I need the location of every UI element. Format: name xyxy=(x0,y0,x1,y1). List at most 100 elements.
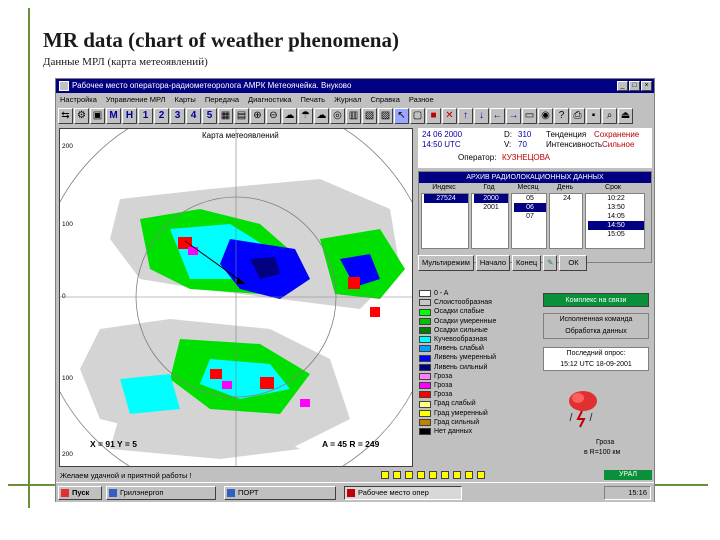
archive-panel: АРХИВ РАДИОЛОКАЦИОННЫХ ДАННЫХ Индекс Год… xyxy=(418,171,652,263)
tool-layer-4[interactable]: 4 xyxy=(186,108,201,124)
list-item[interactable]: 13:50 xyxy=(588,203,644,212)
trend-label: Тенденция xyxy=(546,130,587,139)
tool-layer-2[interactable]: 2 xyxy=(154,108,169,124)
archive-tool-icon[interactable]: ✎ xyxy=(543,255,558,271)
legend-label: 0 - A xyxy=(434,290,449,297)
tool-zoom-in-icon[interactable]: ⊕ xyxy=(250,108,265,124)
tool-arrows-icon[interactable]: ⇆ xyxy=(58,108,73,124)
tool-storm-icon[interactable]: ☁ xyxy=(282,108,297,124)
y-tick-label: 100 xyxy=(62,375,73,382)
tool-settings-icon[interactable]: ⚙ xyxy=(74,108,89,124)
archive-day-list[interactable]: 24 xyxy=(549,193,583,249)
ok-button[interactable]: ОК xyxy=(559,255,588,271)
status-led xyxy=(441,471,449,479)
archive-header-time: Срок xyxy=(605,184,621,191)
tool-grid-icon[interactable]: ▦ xyxy=(218,108,233,124)
storm-range: в R=100 км xyxy=(584,449,621,456)
archive-header-day: День xyxy=(556,184,574,191)
status-bar: Желаем удачной и приятной работы ! xyxy=(56,470,654,481)
taskbar-item-active[interactable]: Рабочее место опер xyxy=(344,486,462,500)
tool-down-icon[interactable]: ↓ xyxy=(474,108,489,124)
tool-mark-icon[interactable]: ✕ xyxy=(442,108,457,124)
last-command-box: Исполненная команда Обработка данных xyxy=(543,313,649,339)
legend-label: Ливень сильный xyxy=(434,363,488,371)
archive-index-list[interactable]: 27524 xyxy=(421,193,469,249)
tool-cloud-icon[interactable]: ☁ xyxy=(314,108,329,124)
maximize-button[interactable]: □ xyxy=(629,81,640,91)
obs-time: 14:50 UTC xyxy=(422,140,461,149)
tool-mode-m[interactable]: М xyxy=(106,108,121,124)
tool-chart-icon[interactable]: ▤ xyxy=(234,108,249,124)
menu-transfer[interactable]: Передача xyxy=(205,93,239,106)
begin-button[interactable]: Начало xyxy=(475,255,511,271)
tool-save-icon[interactable]: ▪ xyxy=(586,108,601,124)
tool-cursor-icon[interactable]: ↖ xyxy=(394,108,409,124)
multimode-button[interactable]: Мультирежим xyxy=(418,255,474,271)
app-icon xyxy=(59,81,69,91)
list-item[interactable]: 27524 xyxy=(424,194,468,203)
tool-mode-icon[interactable]: ▣ xyxy=(90,108,105,124)
radar-map[interactable]: Карта метеоявлений 200 100 0 100 200 X =… xyxy=(59,128,413,467)
list-item[interactable]: 05 xyxy=(514,194,546,203)
storm-label: Гроза xyxy=(596,439,615,446)
list-item[interactable]: 14:50 xyxy=(588,221,644,230)
tool-mode-h[interactable]: Н xyxy=(122,108,137,124)
tool-ring-icon[interactable]: ◎ xyxy=(330,108,345,124)
tool-help-icon[interactable]: ? xyxy=(554,108,569,124)
tool-radar-icon[interactable]: ◉ xyxy=(538,108,553,124)
tool-exit-icon[interactable]: ⏏ xyxy=(618,108,633,124)
archive-time-list[interactable]: 10:22 13:50 14:05 14:50 15:05 xyxy=(585,193,645,249)
tool-right-icon[interactable]: → xyxy=(506,108,521,124)
menu-misc[interactable]: Разное xyxy=(409,93,434,106)
list-item[interactable]: 07 xyxy=(514,212,546,221)
archive-headers: Индекс Год Месяц День Срок xyxy=(419,183,651,193)
menu-help[interactable]: Справка xyxy=(370,93,399,106)
tool-layers-icon[interactable]: ▨ xyxy=(378,108,393,124)
tool-print-icon[interactable]: ⎙ xyxy=(570,108,585,124)
legend-swatch xyxy=(419,363,431,371)
list-item[interactable]: 10:22 xyxy=(588,194,644,203)
list-item[interactable]: 06 xyxy=(514,203,546,212)
list-item[interactable]: 14:05 xyxy=(588,212,644,221)
app-task-icon xyxy=(109,489,117,497)
tool-lock-icon[interactable]: ▢ xyxy=(410,108,425,124)
list-item[interactable]: 15:05 xyxy=(588,230,644,239)
tool-up-icon[interactable]: ↑ xyxy=(458,108,473,124)
close-button[interactable]: × xyxy=(641,81,652,91)
end-button[interactable]: Конец xyxy=(512,255,542,271)
tool-zoom-out-icon[interactable]: ⊖ xyxy=(266,108,281,124)
taskbar-item[interactable]: Грилэнергоп xyxy=(106,486,216,500)
window-titlebar[interactable]: Рабочее место оператора-радиометеоролога… xyxy=(56,79,654,93)
archive-month-list[interactable]: 05 06 07 xyxy=(511,193,547,249)
tool-layer-1[interactable]: 1 xyxy=(138,108,153,124)
menu-journal[interactable]: Журнал xyxy=(334,93,361,106)
d-label: D: xyxy=(504,130,512,139)
tool-search-icon[interactable]: ⌕ xyxy=(602,108,617,124)
list-item[interactable]: 2000 xyxy=(474,194,508,203)
tool-camera-icon[interactable]: ▭ xyxy=(522,108,537,124)
taskbar-item[interactable]: ПОРТ xyxy=(224,486,336,500)
tool-layer-3[interactable]: 3 xyxy=(170,108,185,124)
menu-print[interactable]: Печать xyxy=(301,93,326,106)
tool-rain-icon[interactable]: ☂ xyxy=(298,108,313,124)
menu-radar-control[interactable]: Управление МРЛ xyxy=(106,93,166,106)
legend-label: Град сильный xyxy=(434,418,480,426)
archive-year-list[interactable]: 2000 2001 xyxy=(471,193,509,249)
app-task-icon xyxy=(227,489,235,497)
tool-map-icon[interactable]: ▧ xyxy=(362,108,377,124)
start-button[interactable]: Пуск xyxy=(58,486,102,500)
status-led xyxy=(417,471,425,479)
menu-diagnostics[interactable]: Диагностика xyxy=(248,93,291,106)
tool-stop-icon[interactable]: ■ xyxy=(426,108,441,124)
minimize-button[interactable]: _ xyxy=(617,81,628,91)
tool-left-icon[interactable]: ← xyxy=(490,108,505,124)
last-survey-box: Последний опрос: 15:12 UTC 18-09-2001 xyxy=(543,347,649,371)
list-item[interactable]: 24 xyxy=(552,194,582,203)
menu-maps[interactable]: Карты xyxy=(174,93,195,106)
tool-table-icon[interactable]: ▥ xyxy=(346,108,361,124)
system-tray: 15:16 xyxy=(604,486,651,500)
menu-settings[interactable]: Настройка xyxy=(60,93,97,106)
list-item[interactable]: 2001 xyxy=(474,203,508,212)
tool-layer-5[interactable]: 5 xyxy=(202,108,217,124)
archive-header-index: Индекс xyxy=(432,184,456,191)
